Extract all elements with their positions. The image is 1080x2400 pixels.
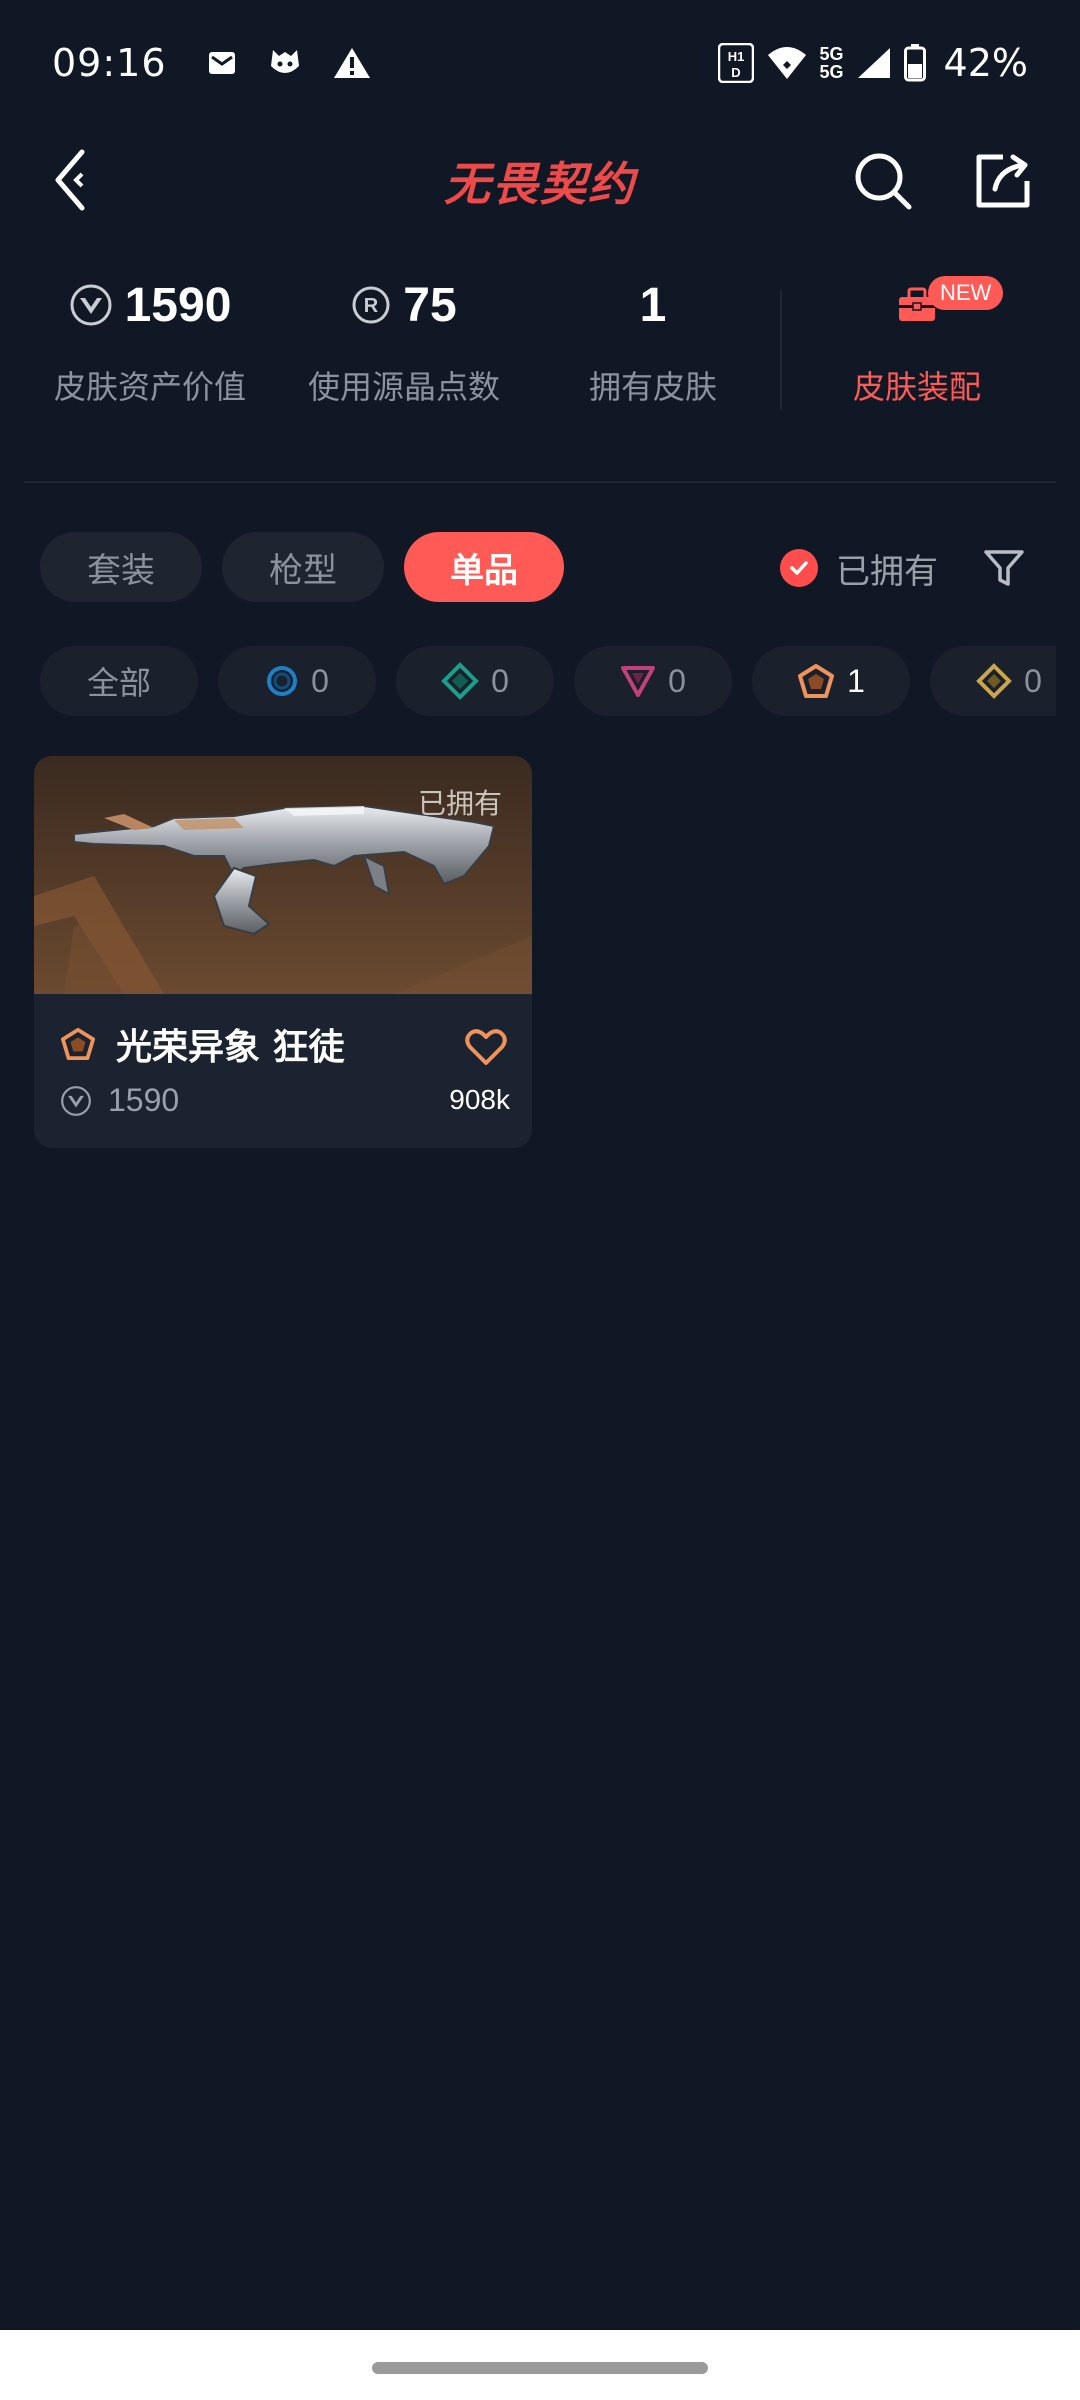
tab-single-items[interactable]: 单品 (404, 532, 564, 602)
card-name-row: 光荣异象 狂徒 (60, 1018, 345, 1070)
app-header: 无畏契约 (0, 126, 1080, 236)
signal-icon (856, 46, 892, 80)
stat-owned-skins-row: 1 (640, 270, 667, 340)
owned-skins-label: 拥有皮肤 (588, 368, 717, 406)
chip-all[interactable]: 全部 (40, 646, 198, 716)
svg-text:R: R (364, 295, 379, 317)
diamond-tier-icon (441, 662, 479, 700)
vp-currency-icon (70, 284, 112, 326)
network-type-2: 5G (819, 62, 844, 82)
hd-icon: H1 D (717, 43, 754, 83)
share-button[interactable] (968, 146, 1038, 216)
rarity-chip-row: 全部 0 0 0 1 0 (0, 646, 1056, 716)
app-logo: 无畏契约 (444, 157, 636, 211)
chip-exclusive-count: 1 (847, 662, 865, 699)
shield-app-icon (267, 46, 303, 80)
skin-card[interactable]: 已拥有 光荣异象 狂徒 1590 908k (34, 756, 532, 1148)
status-time: 09:16 (52, 41, 167, 85)
svg-text:D: D (731, 65, 740, 80)
filter-icon (984, 550, 1024, 586)
mail-icon (207, 48, 237, 78)
chip-ultra-tier[interactable]: 0 (930, 646, 1056, 716)
tab-weapon-type[interactable]: 枪型 (222, 532, 384, 602)
stat-owned-skins: 1 拥有皮肤 (566, 270, 740, 430)
skin-config-label: 皮肤装配 (852, 368, 981, 406)
svg-text:H1: H1 (727, 49, 744, 64)
like-count: 908k (449, 1084, 510, 1115)
battery-icon (903, 44, 926, 82)
chip-all-label: 全部 (86, 665, 151, 701)
stats-panel: 1590 皮肤资产价值 R 75 使用源晶点数 1 拥有皮肤 皮肤装配 (0, 270, 1080, 430)
warning-icon (333, 46, 371, 80)
owned-filter-toggle[interactable]: 已拥有 (780, 538, 938, 598)
home-gesture-pill[interactable] (372, 2362, 708, 2374)
status-bar: 09:16 H1 D 5G 5G 42% (0, 0, 1080, 126)
checked-icon (780, 549, 818, 587)
circle-tier-icon (267, 666, 298, 696)
section-divider (24, 481, 1056, 483)
asset-value-label: 皮肤资产价值 (53, 368, 246, 406)
network-type: 5G (819, 44, 844, 64)
search-button[interactable] (848, 146, 918, 216)
favorite-button[interactable] (456, 1020, 516, 1074)
filter-button[interactable] (976, 540, 1032, 596)
chip-deluxe-count: 0 (491, 662, 509, 699)
chip-deluxe-tier[interactable]: 0 (396, 646, 554, 716)
stat-radianite: R 75 使用源晶点数 (306, 270, 502, 430)
asset-value: 1590 (124, 278, 232, 332)
skin-name: 光荣异象 狂徒 (116, 1027, 345, 1068)
stat-radianite-row: R 75 (351, 270, 457, 340)
network-label: 5G 5G (820, 45, 844, 81)
heart-icon (465, 1029, 507, 1065)
owned-skins-value: 1 (639, 278, 667, 332)
radianite-value: 75 (403, 278, 457, 332)
card-owned-label: 已拥有 (417, 787, 502, 820)
chip-premium-tier[interactable]: 0 (574, 646, 732, 716)
pentagon-tier-icon (798, 664, 835, 698)
status-right: H1 D 5G 5G 42% (717, 41, 1028, 85)
stat-asset-value: 1590 皮肤资产价值 (52, 270, 248, 430)
radianite-label: 使用源晶点数 (307, 368, 500, 406)
battery-percent: 42% (943, 41, 1028, 85)
chip-ultra-count: 0 (1024, 662, 1042, 699)
search-icon (855, 153, 912, 210)
share-icon (976, 154, 1030, 208)
skin-price: 1590 (108, 1082, 180, 1118)
vp-currency-icon (61, 1085, 91, 1116)
skin-image: 已拥有 (34, 756, 532, 994)
triangle-tier-icon (621, 666, 656, 697)
system-nav-bar (0, 2330, 1080, 2400)
rhombus-tier-icon (976, 663, 1012, 699)
status-left: 09:16 (52, 41, 371, 85)
radianite-icon: R (352, 286, 390, 324)
chip-select-count: 0 (311, 662, 329, 699)
card-price-row: 1590 (60, 1082, 179, 1119)
pentagon-tier-icon (61, 1027, 95, 1061)
tab-suits[interactable]: 套装 (40, 532, 202, 602)
stats-divider (780, 290, 782, 410)
back-icon (55, 149, 85, 211)
new-badge: NEW (928, 276, 1004, 310)
chip-premium-count: 0 (668, 662, 686, 699)
back-button[interactable] (40, 148, 104, 212)
chip-select-tier[interactable]: 0 (218, 646, 376, 716)
chip-exclusive-tier[interactable]: 1 (752, 646, 910, 716)
owned-filter-label: 已拥有 (836, 551, 938, 592)
stat-asset-value-row: 1590 (69, 270, 232, 340)
wifi-icon (766, 45, 808, 81)
